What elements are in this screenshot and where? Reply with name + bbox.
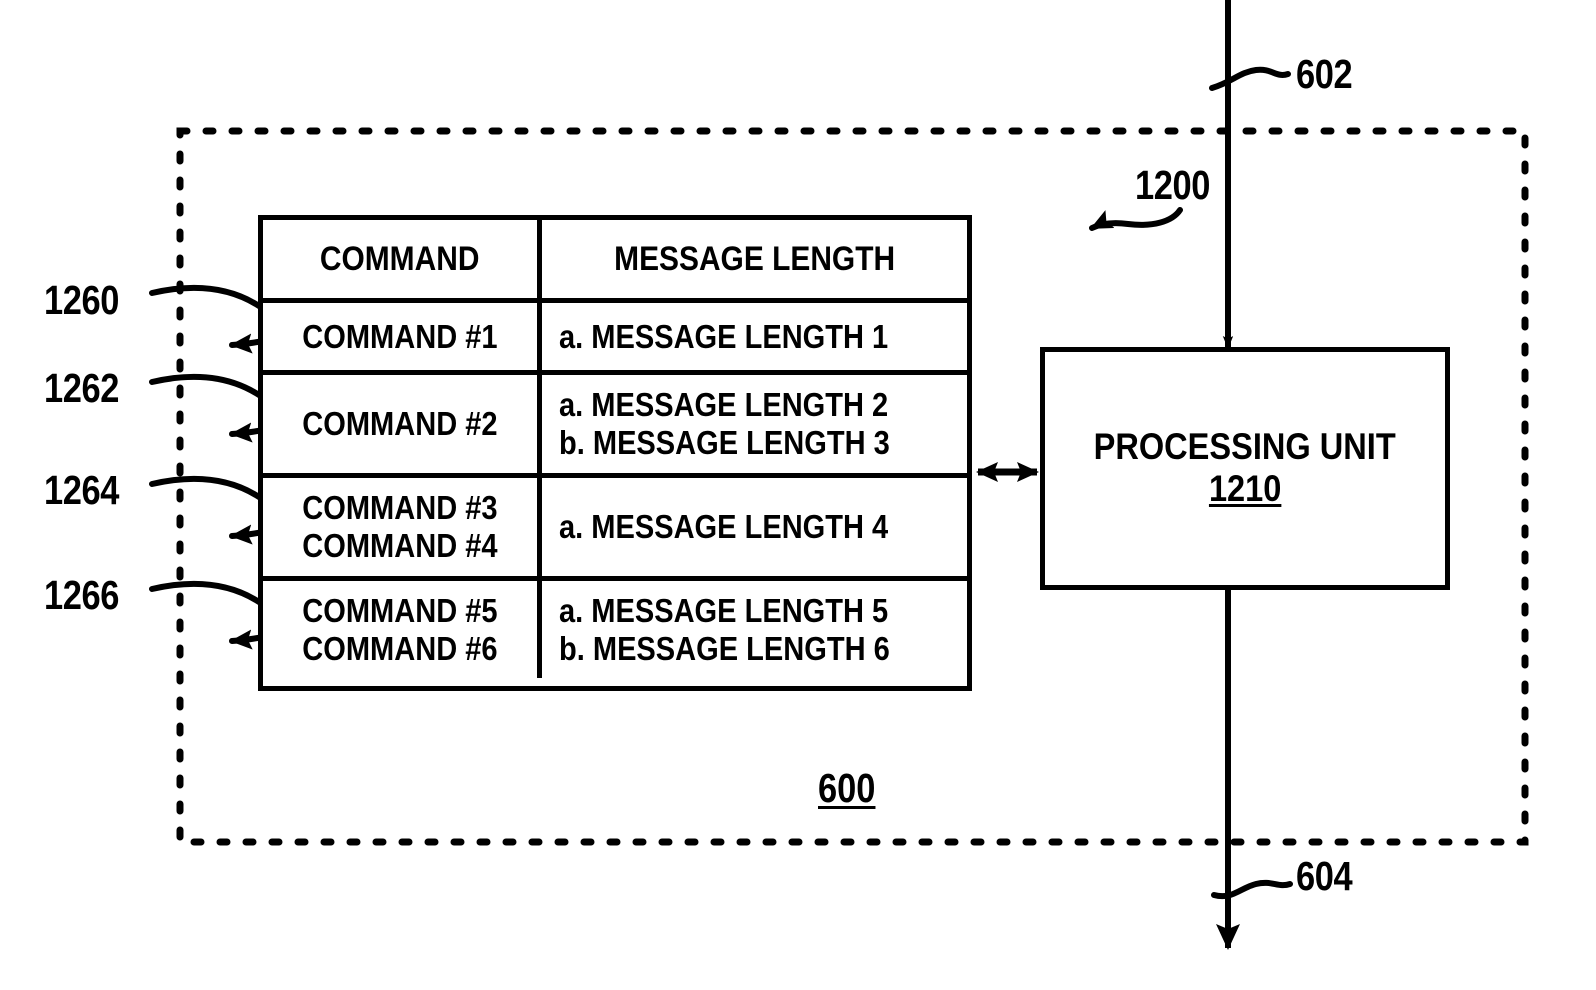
leader-602 <box>1209 66 1291 91</box>
processing-unit-block: PROCESSING UNIT 1210 <box>1040 347 1450 590</box>
header-message-length-text: MESSAGE LENGTH <box>614 240 895 278</box>
table-row: COMMAND #2 a. MESSAGE LENGTH 2 b. MESSAG… <box>263 370 967 473</box>
processing-unit-number: 1210 <box>1208 467 1282 509</box>
cell-command: COMMAND #5 COMMAND #6 <box>263 581 542 678</box>
cell-command: COMMAND #3 COMMAND #4 <box>263 478 542 576</box>
processing-unit-title: PROCESSING UNIT <box>1093 425 1397 467</box>
patent-figure: 1260 1262 1264 1266 602 604 1200 600 COM… <box>0 0 1596 990</box>
command-text: COMMAND #6 <box>302 629 498 667</box>
ref-label-1262: 1262 <box>44 365 119 411</box>
message-length-text: a. MESSAGE LENGTH 2 <box>559 386 889 423</box>
command-text: COMMAND #3 <box>302 489 498 526</box>
command-text: COMMAND #5 <box>302 591 498 629</box>
message-length-text: a. MESSAGE LENGTH 1 <box>559 317 889 355</box>
ref-label-1266: 1266 <box>44 572 119 618</box>
table-header-row: COMMAND MESSAGE LENGTH <box>263 220 967 298</box>
cell-message-length: a. MESSAGE LENGTH 2 b. MESSAGE LENGTH 3 <box>542 375 967 473</box>
ref-label-600: 600 <box>818 765 876 811</box>
command-text: COMMAND #2 <box>302 405 498 442</box>
cell-message-length: a. MESSAGE LENGTH 4 <box>542 478 967 576</box>
cell-message-length: a. MESSAGE LENGTH 1 <box>542 303 967 370</box>
message-length-text: b. MESSAGE LENGTH 6 <box>559 629 890 667</box>
message-length-text: a. MESSAGE LENGTH 5 <box>559 591 889 629</box>
cell-message-length: a. MESSAGE LENGTH 5 b. MESSAGE LENGTH 6 <box>542 581 967 678</box>
command-text: COMMAND #4 <box>302 527 498 564</box>
ref-label-1264: 1264 <box>44 467 119 513</box>
header-cell-message-length: MESSAGE LENGTH <box>542 220 967 298</box>
message-length-text: b. MESSAGE LENGTH 3 <box>559 424 890 461</box>
header-command-text: COMMAND <box>320 240 480 278</box>
command-text: COMMAND #1 <box>302 317 498 355</box>
message-length-text: a. MESSAGE LENGTH 4 <box>559 508 889 545</box>
command-message-length-table: COMMAND MESSAGE LENGTH COMMAND #1 a. MES… <box>258 215 972 691</box>
cell-command: COMMAND #2 <box>263 375 542 473</box>
table-row: COMMAND #1 a. MESSAGE LENGTH 1 <box>263 298 967 370</box>
table-row: COMMAND #3 COMMAND #4 a. MESSAGE LENGTH … <box>263 473 967 576</box>
leader-1200 <box>1089 207 1183 231</box>
header-cell-command: COMMAND <box>263 220 542 298</box>
ref-label-602: 602 <box>1296 51 1353 97</box>
table-row: COMMAND #5 COMMAND #6 a. MESSAGE LENGTH … <box>263 576 967 678</box>
ref-label-604: 604 <box>1296 853 1353 899</box>
ref-label-1200: 1200 <box>1135 162 1210 208</box>
cell-command: COMMAND #1 <box>263 303 542 370</box>
ref-label-1260: 1260 <box>44 277 119 323</box>
